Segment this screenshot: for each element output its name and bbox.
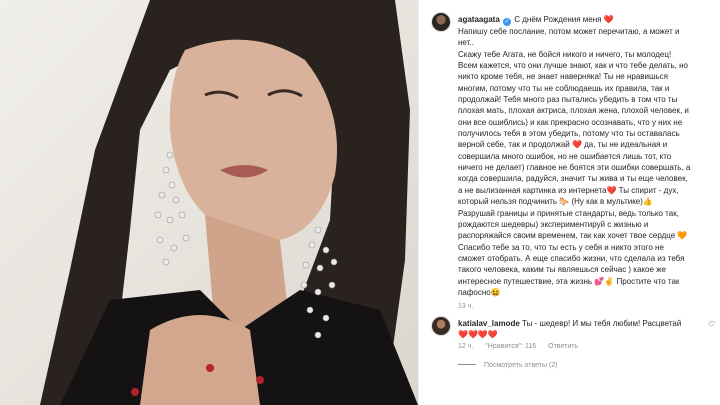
caption-line: совершила много ошибок, но не ошибается … xyxy=(458,151,672,161)
caption-line: а не вылизанная картинка из интернета❤️ … xyxy=(458,185,679,195)
caption-line: agataagata ✓ С днём Рождения меня ❤️ xyxy=(458,14,720,26)
caption-line: Разрушай границы и принятые стандарты, в… xyxy=(458,208,679,218)
caption-line: многим, потому что ты не соблюдаешь их п… xyxy=(458,83,670,93)
post-panel: agataagata ✓ С днём Рождения меня ❤️ Нап… xyxy=(418,0,720,405)
caption-line: получилось тебя в этом убедить, потому ч… xyxy=(458,129,680,139)
comment-hearts: ❤️❤️❤️❤️ xyxy=(458,330,498,339)
caption-line: ничего не делает) главное не боятся эти … xyxy=(458,163,691,173)
heart-outline-icon[interactable]: ♡ xyxy=(708,320,715,329)
caption-line: Спасибо тебе за то, что ты есть у себя и… xyxy=(458,242,664,252)
caption-text: agataagata ✓ С днём Рождения меня ❤️ Нап… xyxy=(458,14,720,298)
author-avatar[interactable] xyxy=(431,12,451,32)
caption-line: продолжай! Тебя много раз пытались убеди… xyxy=(458,95,678,105)
comment-meta: 12 ч. "Нравится": 116 Ответить xyxy=(458,343,588,350)
comment-likes-count[interactable]: "Нравится": 116 xyxy=(485,343,536,350)
caption-line-text: С днём Рождения меня ❤️ xyxy=(514,15,614,24)
caption-line: распоряжайся своим временем, так как хоч… xyxy=(458,231,688,241)
caption-line: нет.. xyxy=(458,38,474,48)
face-shape xyxy=(169,39,337,241)
caption-line: Напишу себе послание, потом может перечи… xyxy=(458,27,680,36)
replies-divider xyxy=(458,364,476,365)
view-replies-label: Посмотреть ответы (2) xyxy=(484,362,558,369)
caption-line: плохая мать, плохая актриса, плохая жена… xyxy=(458,106,689,116)
caption-line: интересное путешествие, эта жизнь 💕✌️ Пр… xyxy=(458,276,680,286)
caption-line: когда совершила, радуйся, значит ты жива… xyxy=(458,174,688,184)
comment-timestamp[interactable]: 12 ч. xyxy=(458,343,473,350)
nail-shape xyxy=(131,388,139,396)
nail-shape xyxy=(256,376,264,384)
caption-line: пафосно😆 xyxy=(458,287,501,297)
reply-button[interactable]: Ответить xyxy=(548,343,578,350)
comment-text: katialav_lamode Ты - шедевр! И мы тебя л… xyxy=(458,318,698,340)
caption-line: рождаются шедевры) экспериментируй с жиз… xyxy=(458,219,649,229)
caption-line: никто кроме тебя, не знает наверняка! Ты… xyxy=(458,72,668,82)
caption-line: сможет отобрать. А еще спасибо жизни, чт… xyxy=(458,253,685,263)
caption-line: такого человека, каким ты являешься сейч… xyxy=(458,265,666,275)
portrait-image xyxy=(40,0,418,405)
post-timestamp[interactable]: 13 ч. xyxy=(458,303,473,310)
caption-line: Всем кажется, что они лучше знают, как и… xyxy=(458,61,688,71)
caption-line: который нельзя подчинить 🐎 (Ну как в мул… xyxy=(458,197,653,207)
comment-body: Ты - шедевр! И мы тебя любим! Расцветай xyxy=(522,319,682,328)
verified-badge-icon: ✓ xyxy=(503,18,512,26)
commenter-avatar[interactable] xyxy=(431,316,451,336)
hands-shape xyxy=(140,315,260,405)
view-replies-button[interactable]: Посмотреть ответы (2) xyxy=(458,362,558,369)
post-photo[interactable] xyxy=(0,0,418,405)
caption-line: они все ошиблись) и как прекрасно осозна… xyxy=(458,117,683,127)
caption-line: Скажу тебе Агата, не бойся никого и ниче… xyxy=(458,49,672,59)
caption-line: верной себе, так и продолжай ❤️ да, ты н… xyxy=(458,140,668,150)
author-username[interactable]: agataagata xyxy=(458,15,500,24)
commenter-username[interactable]: katialav_lamode xyxy=(458,319,520,328)
nail-shape xyxy=(206,364,214,372)
